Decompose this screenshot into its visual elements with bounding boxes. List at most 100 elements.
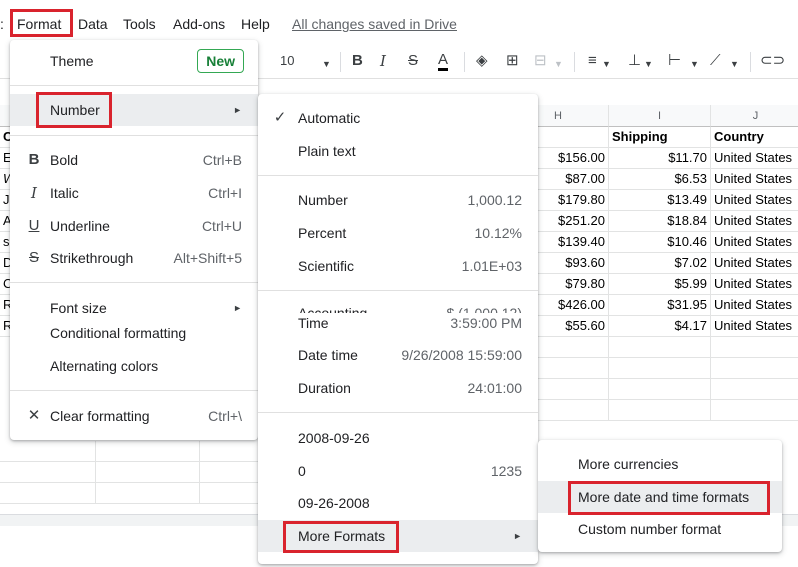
table-cell[interactable]: United States [711, 253, 798, 274]
table-cell[interactable] [0, 441, 96, 462]
menu-item-label: Italic [50, 185, 79, 201]
horizontal-align-icon[interactable]: ≡ [588, 52, 597, 70]
font-size-dropdown-icon[interactable]: ▼ [322, 55, 331, 73]
borders-icon[interactable]: ⊞ [506, 52, 519, 70]
table-cell[interactable]: $11.70 [609, 148, 711, 169]
menu-item-time[interactable]: Time 3:59:00 PM [258, 307, 538, 339]
table-cell[interactable]: United States [711, 274, 798, 295]
shortcut-text: Alt+Shift+5 [173, 250, 243, 266]
menu-item-duration[interactable]: Duration 24:01:00 [258, 372, 538, 404]
table-cell[interactable] [711, 337, 798, 358]
table-cell[interactable] [711, 400, 798, 421]
font-size-value[interactable]: 10 [280, 52, 294, 70]
table-cell[interactable] [0, 483, 96, 504]
column-header-i[interactable]: I [609, 105, 711, 127]
table-cell[interactable] [200, 441, 260, 462]
number-format-menu: ✓ Automatic Plain text Number 1,000.12 P… [258, 94, 538, 564]
wrap-dropdown-icon[interactable]: ▼ [690, 55, 699, 73]
menu-item-more-currencies[interactable]: More currencies [538, 448, 782, 480]
checkmark-icon: ✓ [273, 109, 287, 126]
table-cell[interactable]: $31.95 [609, 295, 711, 316]
menu-item-conditional-formatting[interactable]: Conditional formatting [10, 317, 258, 349]
rotation-dropdown-icon[interactable]: ▼ [730, 55, 739, 73]
table-cell[interactable]: United States [711, 232, 798, 253]
menu-item-strikethrough[interactable]: S Strikethrough Alt+Shift+5 [10, 242, 258, 274]
table-cell[interactable] [609, 379, 711, 400]
table-cell[interactable] [609, 358, 711, 379]
menu-item-automatic[interactable]: ✓ Automatic [258, 102, 538, 134]
table-cell[interactable] [711, 379, 798, 400]
table-cell[interactable] [200, 483, 260, 504]
table-cell[interactable]: $18.84 [609, 211, 711, 232]
table-cell[interactable]: $13.49 [609, 190, 711, 211]
table-cell[interactable] [609, 337, 711, 358]
format-sample: 1,000.12 [467, 192, 523, 208]
table-cell[interactable]: $5.99 [609, 274, 711, 295]
menu-item-theme[interactable]: Theme New [10, 45, 258, 77]
valign-dropdown-icon[interactable]: ▼ [644, 55, 653, 73]
menu-item-zero-format[interactable]: 0 1235 [258, 455, 538, 487]
bold-button[interactable]: B [352, 52, 363, 70]
menu-item-label: Percent [298, 225, 347, 241]
table-cell[interactable]: United States [711, 169, 798, 190]
menu-item-underline[interactable]: U Underline Ctrl+U [10, 210, 258, 242]
menu-item-bold[interactable]: B Bold Ctrl+B [10, 144, 258, 176]
menu-format[interactable]: Format [17, 15, 61, 33]
menu-item-number-format[interactable]: Number 1,000.12 [258, 184, 538, 216]
table-cell[interactable]: $4.17 [609, 316, 711, 337]
menu-item-plain-text[interactable]: Plain text [258, 135, 538, 167]
more-formats-menu: More currencies More date and time forma… [538, 440, 782, 552]
menu-item-label: Conditional formatting [50, 325, 187, 341]
table-cell[interactable]: $10.46 [609, 232, 711, 253]
menu-item-number[interactable]: Number ► [10, 94, 258, 126]
italic-button[interactable]: I [380, 52, 386, 70]
menu-tools[interactable]: Tools [123, 15, 156, 33]
table-cell[interactable] [200, 462, 260, 483]
table-cell[interactable]: Shipping [609, 127, 711, 148]
table-cell[interactable]: United States [711, 148, 798, 169]
table-cell[interactable]: United States [711, 295, 798, 316]
menu-help[interactable]: Help [241, 15, 270, 33]
text-color-button[interactable]: A [438, 52, 449, 71]
format-sample: 1.01E+03 [461, 258, 522, 274]
text-rotation-icon[interactable]: ⟋ [710, 52, 721, 70]
table-cell[interactable] [0, 462, 96, 483]
menu-item-label: Date time [298, 347, 358, 363]
menu-item-italic[interactable]: I Italic Ctrl+I [10, 177, 258, 209]
table-cell[interactable]: $6.53 [609, 169, 711, 190]
table-cell[interactable] [96, 441, 200, 462]
column-header-j[interactable]: J [711, 105, 798, 127]
table-cell[interactable] [609, 400, 711, 421]
menu-item-alternating-colors[interactable]: Alternating colors [10, 350, 258, 382]
strikethrough-button[interactable]: S [408, 52, 418, 70]
fill-color-icon[interactable]: ◈ [476, 52, 488, 70]
menu-addons[interactable]: Add-ons [173, 15, 225, 33]
table-cell[interactable]: $7.02 [609, 253, 711, 274]
menu-item-scientific[interactable]: Scientific 1.01E+03 [258, 250, 538, 282]
save-status-link[interactable]: All changes saved in Drive [292, 15, 457, 33]
table-cell[interactable]: Country [711, 127, 798, 148]
menu-item-more-formats[interactable]: More Formats ► [258, 520, 538, 552]
merge-dropdown-icon[interactable]: ▼ [554, 55, 563, 73]
menu-data[interactable]: Data [78, 15, 108, 33]
text-wrap-icon[interactable]: ⊢ [668, 52, 681, 70]
table-cell[interactable] [96, 462, 200, 483]
menu-item-date-time[interactable]: Date time 9/26/2008 15:59:00 [258, 339, 538, 371]
table-cell[interactable]: United States [711, 211, 798, 232]
merge-cells-icon[interactable]: ⊟ [534, 52, 547, 70]
table-cell[interactable]: United States [711, 316, 798, 337]
menu-item-percent[interactable]: Percent 10.12% [258, 217, 538, 249]
menu-item-more-date-time-formats[interactable]: More date and time formats [538, 481, 782, 513]
menu-divider [10, 282, 258, 283]
menu-item-date-iso[interactable]: 2008-09-26 [258, 422, 538, 454]
table-cell[interactable] [711, 358, 798, 379]
table-cell[interactable]: United States [711, 190, 798, 211]
menu-item-custom-number-format[interactable]: Custom number format [538, 513, 782, 545]
menu-item-clear-formatting[interactable]: ✕ Clear formatting Ctrl+\ [10, 400, 258, 432]
menu-item-date-us[interactable]: 09-26-2008 [258, 487, 538, 519]
table-cell[interactable] [96, 483, 200, 504]
vertical-align-icon[interactable]: ⊥ [628, 52, 641, 70]
align-dropdown-icon[interactable]: ▼ [602, 55, 611, 73]
new-badge: New [197, 49, 244, 73]
link-icon[interactable]: ⊂⊃ [760, 52, 785, 70]
